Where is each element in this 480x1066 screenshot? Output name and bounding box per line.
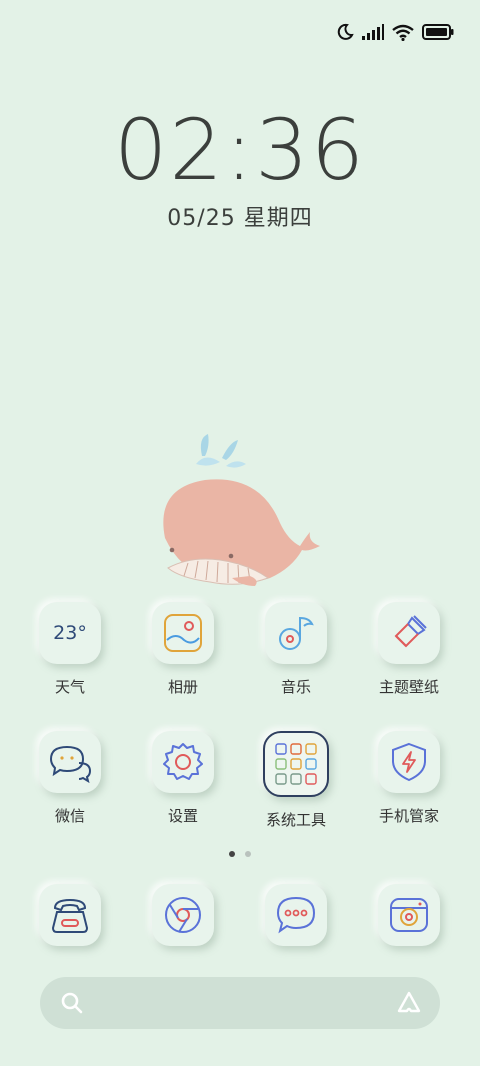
folder-tile <box>263 731 329 797</box>
app-wechat[interactable]: 微信 <box>15 731 125 826</box>
app-tile <box>152 884 214 946</box>
app-label: 设置 <box>167 807 198 825</box>
app-tile <box>39 884 101 946</box>
gallery-icon <box>164 614 202 652</box>
app-label: 手机管家 <box>378 807 439 825</box>
search-bar[interactable] <box>40 977 440 1029</box>
clock-date[interactable]: 05/25 星期四 <box>0 200 480 232</box>
weather-icon: 23° <box>53 622 87 644</box>
app-tile <box>378 731 440 793</box>
settings-icon <box>163 743 203 780</box>
dock-camera[interactable] <box>354 884 464 946</box>
wechat-icon <box>49 745 92 783</box>
messages-icon <box>276 896 316 934</box>
whale-illustration <box>163 434 320 586</box>
browser-icon <box>165 897 201 933</box>
app-label: 相册 <box>167 678 198 696</box>
music-icon <box>279 616 314 650</box>
camera-icon <box>390 898 428 932</box>
assistant-icon[interactable] <box>396 990 422 1016</box>
app-label: 系统工具 <box>265 811 326 829</box>
app-security[interactable]: 手机管家 <box>354 731 464 826</box>
app-tile <box>152 731 214 793</box>
app-music[interactable]: 音乐 <box>241 602 351 697</box>
app-tile <box>378 884 440 946</box>
dock-browser[interactable] <box>128 884 238 946</box>
app-label: 天气 <box>54 678 85 696</box>
app-tile <box>39 731 101 793</box>
app-weather[interactable]: 23° 天气 <box>15 602 125 697</box>
page-indicator[interactable] <box>0 851 480 857</box>
dock-messages[interactable] <box>241 884 351 946</box>
security-icon <box>392 742 426 782</box>
search-icon[interactable] <box>60 991 84 1015</box>
app-label: 音乐 <box>280 678 311 696</box>
clock-time[interactable]: 02:36 <box>0 108 480 192</box>
battery-icon <box>422 24 454 40</box>
app-settings[interactable]: 设置 <box>128 731 238 826</box>
app-themes[interactable]: 主题壁纸 <box>354 602 464 697</box>
page-dot[interactable] <box>245 851 251 857</box>
app-tile <box>265 602 327 664</box>
page-dot-active[interactable] <box>229 851 235 857</box>
app-tile <box>152 602 214 664</box>
phone-icon <box>51 898 89 933</box>
app-label: 主题壁纸 <box>378 678 439 696</box>
moon-icon <box>337 23 354 40</box>
app-gallery[interactable]: 相册 <box>128 602 238 697</box>
dock-phone[interactable] <box>15 884 125 946</box>
app-tile: 23° <box>39 602 101 664</box>
status-bar <box>336 18 454 46</box>
themes-icon <box>394 615 427 648</box>
wifi-icon <box>392 24 414 41</box>
app-label: 微信 <box>54 807 85 825</box>
app-tile <box>378 602 440 664</box>
folder-icon <box>275 743 317 785</box>
app-tile <box>265 884 327 946</box>
app-folder-system-tools[interactable]: 系统工具 <box>241 731 351 830</box>
signal-icon <box>362 24 384 40</box>
